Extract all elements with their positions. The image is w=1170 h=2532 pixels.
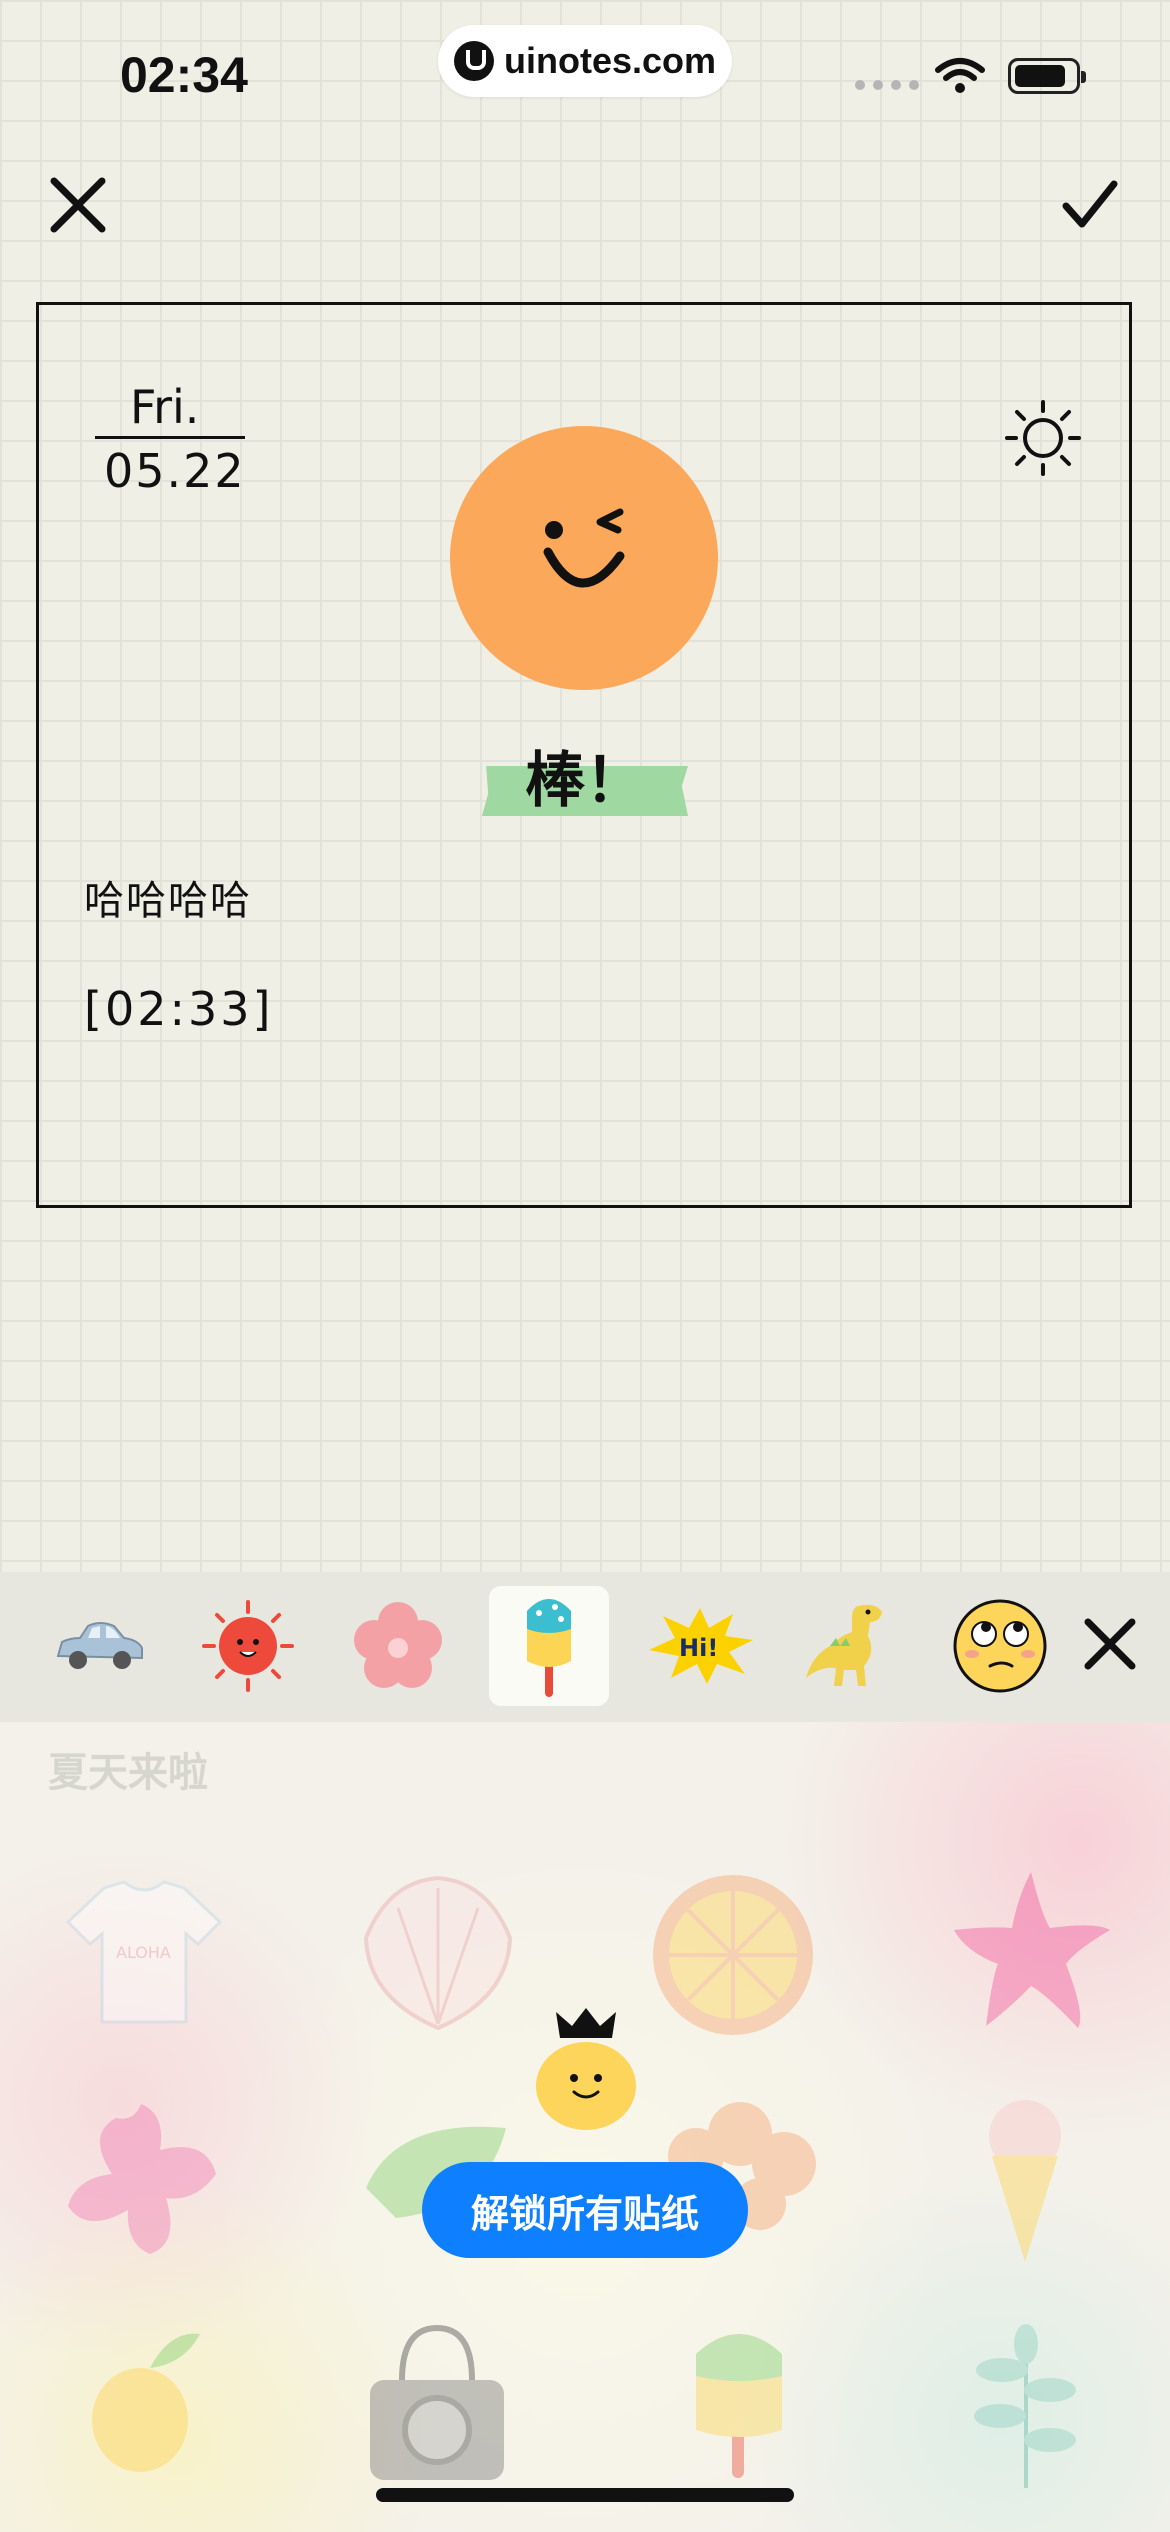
home-indicator[interactable] <box>376 2488 794 2502</box>
camera-sticker[interactable] <box>362 2320 512 2490</box>
ice-cream-cone-sticker[interactable] <box>980 2096 1070 2266</box>
shell-sticker[interactable] <box>358 1868 518 2038</box>
cellular-signal-icon <box>855 80 919 90</box>
entry-day: Fri. <box>130 380 200 434</box>
battery-icon <box>1008 58 1086 94</box>
status-time: 02:34 <box>120 47 248 103</box>
lemon-sticker[interactable] <box>80 2320 210 2480</box>
sticker-tab-sun[interactable] <box>188 1586 308 1706</box>
lemon-slice-sticker[interactable] <box>648 1870 818 2040</box>
date-divider <box>95 436 245 439</box>
sticker-tab-emoji[interactable] <box>940 1586 1060 1706</box>
hi-burst-icon: Hi! <box>649 1608 753 1684</box>
aloha-shirt-sticker[interactable]: ALOHA <box>64 1878 224 2028</box>
entry-timestamp: [02:33] <box>84 982 274 1036</box>
url-pill: uinotes.com <box>438 25 732 97</box>
entry-date: 05.22 <box>104 444 246 498</box>
popsicle-icon <box>527 1599 571 1697</box>
sticker-tab-flower[interactable] <box>338 1586 458 1706</box>
pink-flower-sticker[interactable] <box>56 2094 226 2264</box>
unlock-all-stickers-button[interactable]: 解锁所有贴纸 <box>422 2162 748 2258</box>
checkmark-icon[interactable] <box>1060 178 1120 230</box>
starfish-sticker[interactable] <box>946 1866 1116 2036</box>
winking-face-icon[interactable] <box>450 426 718 690</box>
flower-icon <box>354 1602 442 1688</box>
close-icon[interactable] <box>1082 1616 1138 1672</box>
wifi-icon <box>935 58 985 93</box>
entry-text[interactable]: 哈哈哈哈 <box>84 868 252 926</box>
plant-sticker[interactable] <box>966 2320 1086 2490</box>
sticker-tab-car[interactable] <box>40 1586 160 1706</box>
sticker-tab-dinosaur[interactable] <box>790 1586 910 1706</box>
sticker-category-title: 夏天来啦 <box>48 1750 208 1796</box>
svg-text:Hi!: Hi! <box>679 1634 718 1662</box>
dinosaur-icon <box>806 1604 882 1686</box>
crown-mascot-icon <box>536 2008 636 2130</box>
url-text: uinotes.com <box>503 40 717 81</box>
popsicle-sticker[interactable] <box>684 2320 794 2480</box>
svg-text:ALOHA: ALOHA <box>116 1943 171 1962</box>
car-icon <box>56 1622 143 1669</box>
close-icon[interactable] <box>48 175 108 235</box>
sun-icon[interactable] <box>1003 398 1083 478</box>
eye-roll-face-icon <box>953 1599 1047 1693</box>
mood-label: 棒！ <box>525 746 645 816</box>
sticker-tab-hi[interactable]: Hi! <box>640 1586 760 1706</box>
sun-face-icon <box>202 1600 294 1692</box>
sticker-tab-popsicle[interactable] <box>489 1586 609 1706</box>
site-logo-icon <box>453 41 494 81</box>
